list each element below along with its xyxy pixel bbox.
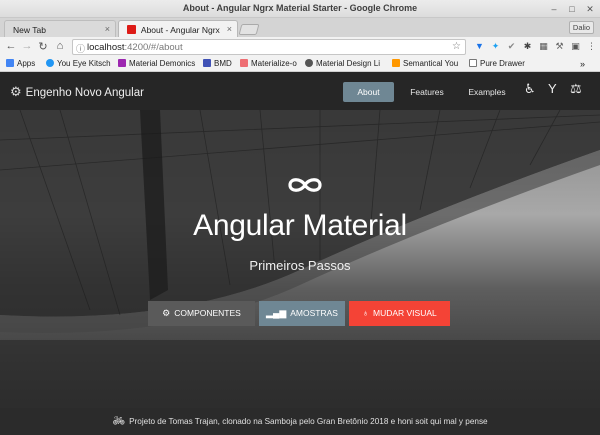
url-host: localhost <box>87 42 125 53</box>
signal-bars-icon: ▂▄▆ <box>266 308 287 318</box>
maximize-icon[interactable]: □ <box>566 3 578 15</box>
accessibility-icon[interactable]: ♿ <box>524 81 536 97</box>
tab-about[interactable]: About - Angular Ngrx × <box>118 20 238 37</box>
extension-shield-icon[interactable]: ▣ <box>570 41 581 52</box>
extension-twitter-icon[interactable]: ✦ <box>490 41 501 52</box>
forward-icon[interactable]: → <box>20 40 34 52</box>
lightbulb-icon: ♁ <box>362 308 369 318</box>
brand[interactable]: ⚙ Engenho Novo Angular <box>10 84 144 100</box>
bookmark-favicon-icon <box>240 59 248 67</box>
nav-about[interactable]: About <box>343 82 394 102</box>
extension-check-icon[interactable]: ✔ <box>506 41 517 52</box>
url-path: :4200/#/about <box>124 42 183 53</box>
cogs-icon: ⚙ <box>10 84 22 99</box>
bookmark-bmd[interactable]: BMD <box>203 59 232 68</box>
bookmark-favicon-icon <box>392 59 400 67</box>
components-button[interactable]: ⚙ COMPONENTES <box>148 301 255 326</box>
bookmark-material-design-lite[interactable]: Material Design Li <box>305 59 380 68</box>
cogs-icon: ⚙ <box>162 308 171 318</box>
samples-button[interactable]: ▂▄▆ AMOSTRAS <box>259 301 345 326</box>
brand-name: Engenho Novo Angular <box>25 87 144 99</box>
bookmark-favicon-icon <box>469 59 477 67</box>
hero-subtitle: Primeiros Passos <box>249 258 351 273</box>
site-info-icon[interactable]: ⓘ <box>76 42 85 55</box>
tab-label: About - Angular Ngrx <box>140 25 220 35</box>
angular-favicon-icon <box>127 25 136 34</box>
infinity-icon <box>288 178 322 192</box>
cocktail-icon[interactable]: Y <box>548 81 557 96</box>
bookmark-favicon-icon <box>203 59 211 67</box>
bookmark-star-icon[interactable]: ☆ <box>452 41 461 52</box>
bookmark-favicon-icon <box>46 59 54 67</box>
window-titlebar: About - Angular Ngrx Material Starter - … <box>0 0 600 18</box>
bookmark-material-demonics[interactable]: Material Demonics <box>118 59 195 68</box>
bookmark-materialize[interactable]: Materialize-o <box>240 59 297 68</box>
browser-toolbar: ← → ↻ ⌂ ⓘ localhost:4200/#/about ☆ ▼ ✦ ✔… <box>0 37 600 57</box>
new-tab-button[interactable] <box>238 24 260 35</box>
bookmark-apps[interactable]: Apps <box>6 59 35 68</box>
extension-v-icon[interactable]: ▼ <box>474 41 485 52</box>
footer-text: Projeto de Tomas Trajan, clonado na Samb… <box>129 417 488 426</box>
bookmarks-bar: Apps You Eye Kitsch Material Demonics BM… <box>0 57 600 72</box>
bookmark-favicon-icon <box>118 59 126 67</box>
bookmark-semantical-you[interactable]: Semantical You <box>392 59 458 68</box>
close-window-icon[interactable]: ✕ <box>584 3 596 15</box>
nav-features[interactable]: Features <box>404 82 450 102</box>
window-title: About - Angular Ngrx Material Starter - … <box>182 3 418 13</box>
tab-close-icon[interactable]: × <box>105 24 110 34</box>
back-icon[interactable]: ← <box>4 40 18 52</box>
apps-grid-icon <box>6 59 14 67</box>
menu-icon[interactable]: ⋮ <box>586 41 597 52</box>
bookmark-favicon-icon <box>305 59 313 67</box>
change-theme-button[interactable]: ♁ MUDAR VISUAL <box>349 301 450 326</box>
minimize-icon[interactable]: – <box>548 3 560 15</box>
footer: 🚲︎ Projeto de Tomas Trajan, clonado na Sa… <box>0 408 600 435</box>
reload-icon[interactable]: ↻ <box>36 40 50 53</box>
tab-close-icon[interactable]: × <box>227 24 232 34</box>
profile-button[interactable]: Dalio <box>568 21 594 34</box>
hero: Angular Material Primeiros Passos ⚙ COMPO… <box>0 110 600 408</box>
tab-new-tab[interactable]: New Tab × <box>4 20 116 37</box>
nav-examples[interactable]: Examples <box>462 82 512 102</box>
hero-title: Angular Material <box>193 209 407 242</box>
bicycle-icon: 🚲︎ <box>112 416 126 427</box>
app-navbar: ⚙ Engenho Novo Angular About Features Exa… <box>0 72 600 110</box>
tab-label: New Tab <box>13 25 46 35</box>
extension-tool-icon[interactable]: ⚒ <box>554 41 565 52</box>
extension-puzzle-icon[interactable]: ✱ <box>522 41 533 52</box>
home-icon[interactable]: ⌂ <box>53 40 67 52</box>
address-bar[interactable]: ⓘ localhost:4200/#/about ☆ <box>72 39 466 55</box>
extension-grid-icon[interactable]: ▦ <box>538 41 549 52</box>
balance-scale-icon[interactable]: ⚖ <box>570 81 582 97</box>
bookmark-pure-drawer[interactable]: Pure Drawer <box>469 59 525 68</box>
bookmarks-overflow-icon[interactable]: » <box>580 59 585 69</box>
tab-strip: New Tab × About - Angular Ngrx × Dalio <box>0 18 600 37</box>
bookmark-you-eye-kitsch[interactable]: You Eye Kitsch <box>46 59 111 68</box>
